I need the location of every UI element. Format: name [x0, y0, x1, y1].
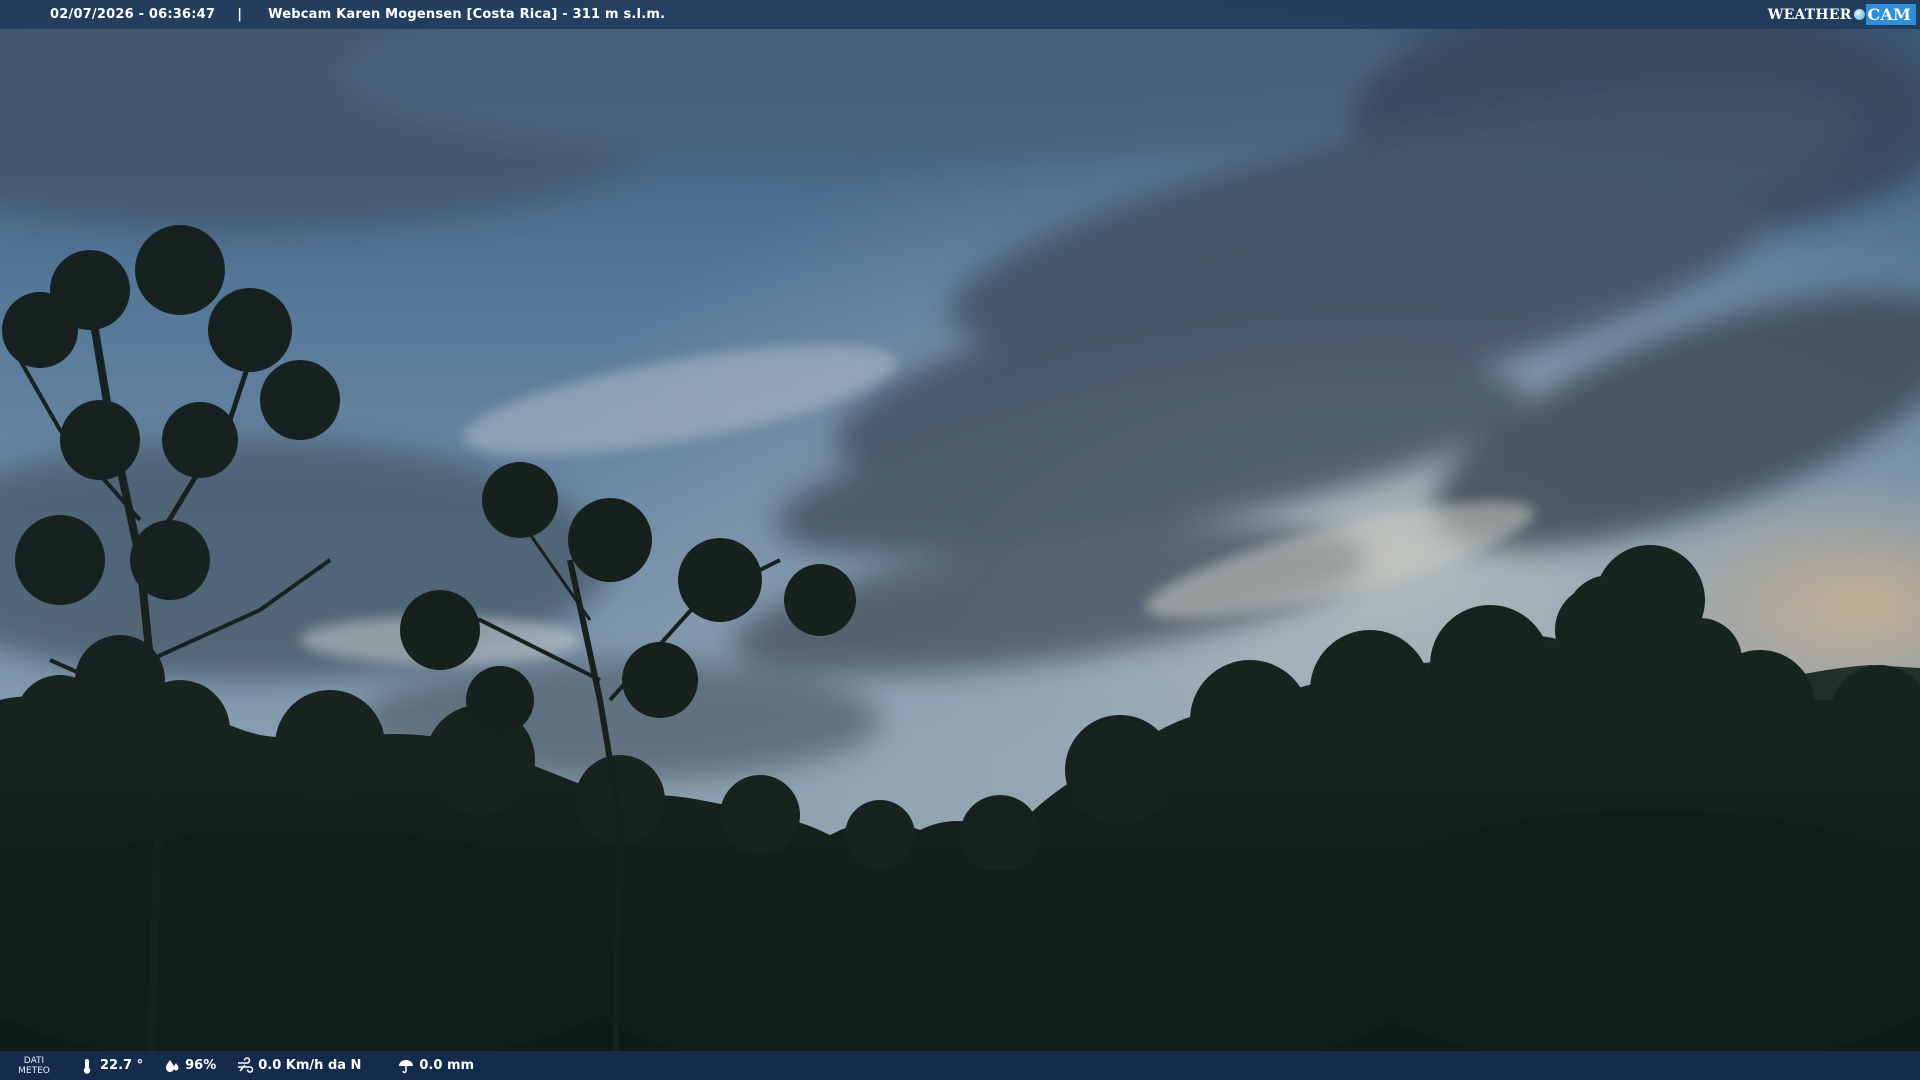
wind-value: 0.0 Km/h da N: [258, 1058, 362, 1073]
weathercam-logo[interactable]: Weather Cam: [1768, 2, 1916, 27]
webcam-view: 02/07/2026 - 06:36:47 | Webcam Karen Mog…: [0, 0, 1920, 1080]
logo-text-weather: Weather: [1767, 6, 1852, 23]
meteo-bar: DATI METEO 22.7 ° 96% 0.0 Km/h da N 0.0 …: [0, 1051, 1920, 1080]
umbrella-icon: [399, 1059, 414, 1073]
webcam-title: Webcam Karen Mogensen [Costa Rica] - 311…: [268, 7, 666, 22]
meteo-label-line1: DATI: [23, 1055, 45, 1066]
weather-globe-icon: [1853, 9, 1865, 20]
wind-reading: 0.0 Km/h da N: [236, 1056, 362, 1075]
meteo-label-line2: METEO: [18, 1065, 50, 1076]
temperature-value: 22.7 °: [100, 1058, 144, 1073]
logo-text-cam: Cam: [1865, 4, 1916, 25]
wind-icon: [238, 1056, 254, 1073]
webcam-image: [0, 0, 1920, 1080]
thermometer-icon: [83, 1058, 91, 1074]
temperature-reading: 22.7 °: [78, 1057, 143, 1075]
rain-reading: 0.0 mm: [397, 1057, 474, 1075]
humidity-value: 96%: [185, 1058, 217, 1073]
rain-value: 0.0 mm: [419, 1058, 475, 1073]
humidity-reading: 96%: [163, 1057, 216, 1075]
header-bar: 02/07/2026 - 06:36:47 | Webcam Karen Mog…: [0, 0, 1920, 29]
meteo-label: DATI METEO: [0, 1056, 68, 1076]
header-separator: |: [237, 7, 243, 22]
datetime-text: 02/07/2026 - 06:36:47: [50, 7, 216, 22]
humidity-drop-icon: [166, 1059, 179, 1072]
